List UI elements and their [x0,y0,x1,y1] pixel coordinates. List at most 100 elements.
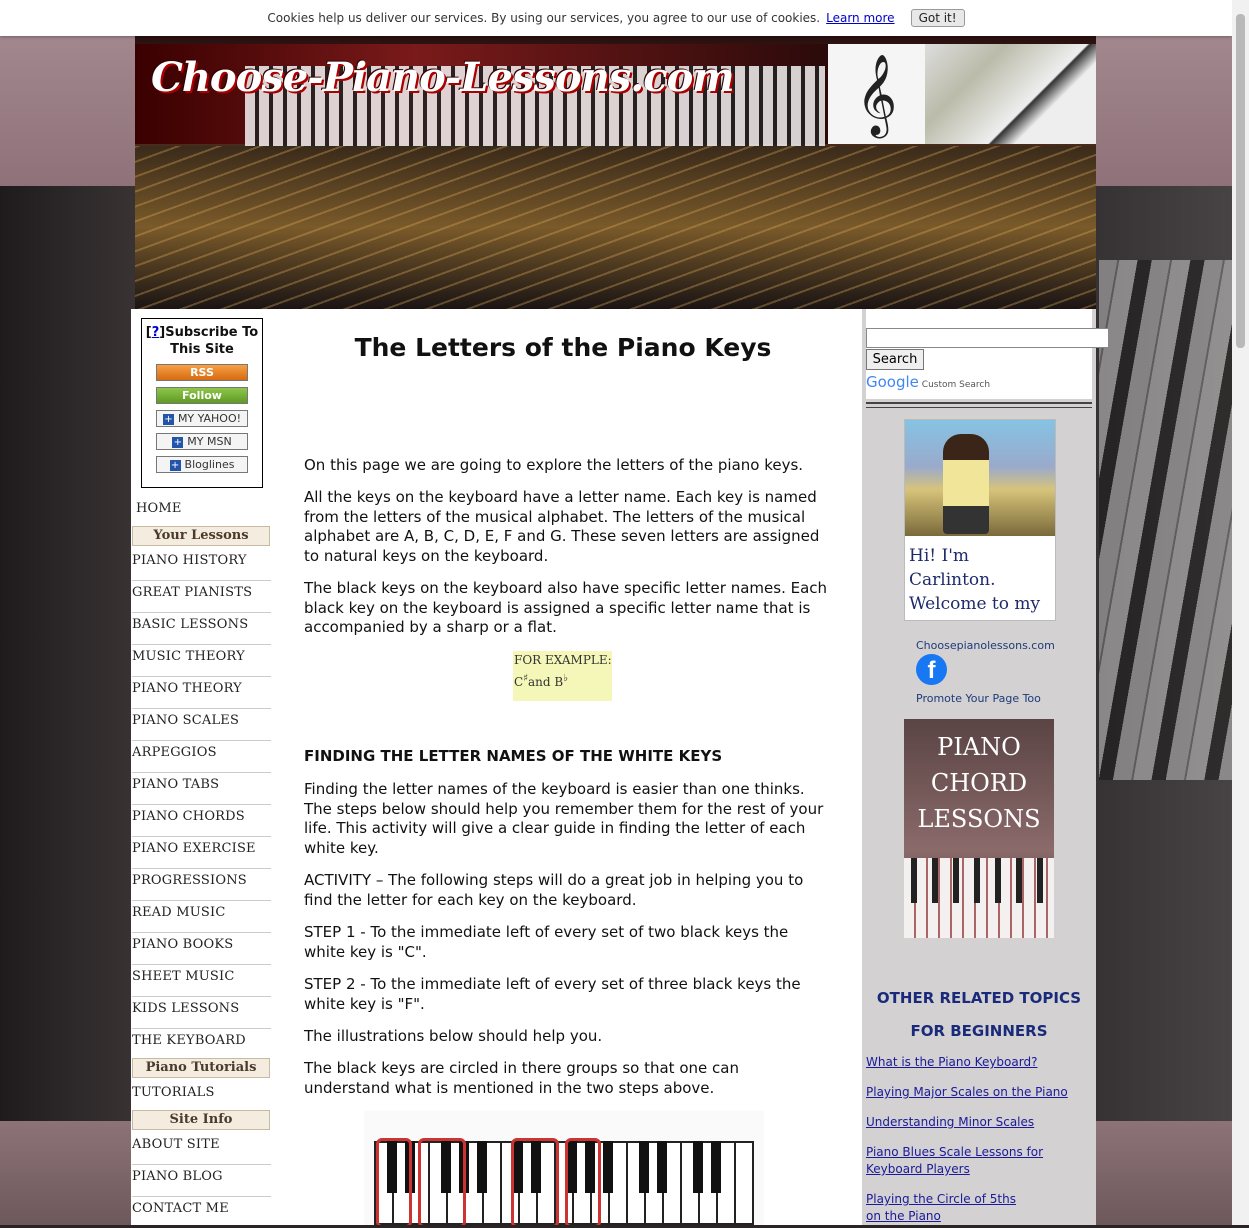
piano-strings-image [135,146,1096,309]
facebook-icon[interactable]: f [916,654,947,685]
right-sidebar: Search Google Custom Search Hi! I'm Carl… [862,309,1109,1225]
related-link-blues-scale[interactable]: Piano Blues Scale Lessons for Keyboard P… [866,1144,1056,1178]
got-it-button[interactable]: Got it! [910,9,965,27]
learn-more-link[interactable]: Learn more [826,11,894,25]
nav-the-keyboard[interactable]: THE KEYBOARD [132,1029,271,1060]
nav-sheet-music[interactable]: SHEET MUSIC [132,965,271,997]
black-keys-paragraph: The black keys on the keyboard also have… [304,579,828,636]
example-notes: C♯and B♭ [514,673,612,689]
nav-heading-your-lessons: Your Lessons [132,526,270,546]
carlinton-welcome-text: Hi! I'm Carlinton. Welcome to my website… [909,546,1041,620]
background-piano-keys [1099,260,1235,780]
search-widget: Search Google Custom Search [866,309,1109,399]
related-link-major-scales[interactable]: Playing Major Scales on the Piano [866,1084,1081,1101]
my-msn-button[interactable]: MY MSN [156,433,248,450]
scrollbar-thumb[interactable] [1236,14,1245,348]
cookie-banner: Cookies help us deliver our services. By… [0,0,1232,36]
nav-read-music[interactable]: READ MUSIC [132,901,271,933]
google-logo: Google [866,373,919,391]
search-input[interactable] [866,328,1109,348]
step-2-paragraph: STEP 2 - To the immediate left of every … [304,975,801,1013]
related-topics-heading: OTHER RELATED TOPICS [876,989,1082,1007]
nav-progressions[interactable]: PROGRESSIONS [132,869,271,901]
bloglines-button[interactable]: Bloglines [156,456,248,473]
intro-paragraph: On this page we are going to explore the… [304,456,804,474]
nav-about-site[interactable]: ABOUT SITE [132,1133,271,1165]
nav-piano-chords[interactable]: PIANO CHORDS [132,805,271,837]
example-and-b: and B [528,675,564,689]
chord-ad-line-1: PIANO [937,733,1021,761]
site-header-banner[interactable]: 𝄞 Choose-Piano-Lessons.com [135,36,1096,309]
piano-chord-lessons-ad[interactable]: PIANO CHORD LESSONS [904,719,1054,938]
circled-paragraph: The black keys are circled in there grou… [304,1059,739,1097]
rss-button[interactable]: RSS [156,364,248,381]
cookie-text: Cookies help us deliver our services. By… [267,11,821,25]
nav-home[interactable]: HOME [136,497,275,528]
related-link-keyboard[interactable]: What is the Piano Keyboard? [866,1054,1066,1071]
nav-heading-site-info: Site Info [132,1110,270,1130]
chord-ad-text: PIANO CHORD LESSONS [904,719,1054,837]
subscribe-label: Subscribe To This Site [165,325,259,357]
nav-great-pianists[interactable]: GREAT PIANISTS [132,581,271,613]
sidebar-divider [866,402,1092,408]
search-button[interactable]: Search [866,349,924,370]
help-link[interactable]: ? [152,325,160,340]
letter-name-paragraph: All the keys on the keyboard have a lett… [304,488,820,565]
nav-music-theory[interactable]: MUSIC THEORY [132,645,271,677]
nav-piano-theory[interactable]: PIANO THEORY [132,677,271,709]
nav-arpeggios[interactable]: ARPEGGIOS [132,741,271,773]
nav-piano-scales[interactable]: PIANO SCALES [132,709,271,741]
nav-contact-me[interactable]: CONTACT ME [132,1197,271,1228]
chord-ad-line-3: LESSONS [917,805,1041,833]
nav-piano-books[interactable]: PIANO BOOKS [132,933,271,965]
nav-piano-tabs[interactable]: PIANO TABS [132,773,271,805]
two-key-group-circle [511,1138,559,1225]
site-title[interactable]: Choose-Piano-Lessons.com [151,54,735,101]
keyboard-illustration [364,1111,764,1225]
for-beginners-heading: FOR BEGINNERS [910,1022,1048,1040]
flat-symbol: ♭ [563,673,568,684]
related-link-minor-scales[interactable]: Understanding Minor Scales [866,1114,1066,1131]
black-key [603,1141,613,1193]
nav-heading-piano-tutorials: Piano Tutorials [132,1058,270,1078]
three-key-group-circle [565,1138,601,1225]
black-key [711,1141,721,1193]
related-link-circle-of-fifths[interactable]: Playing the Circle of 5ths on the Piano [866,1191,1026,1225]
black-key [639,1141,649,1193]
nav-piano-history[interactable]: PIANO HISTORY [132,549,271,581]
nav-piano-blog[interactable]: PIANO BLOG [132,1165,271,1197]
facebook-page-name[interactable]: Choosepianolessons.com [916,639,1055,652]
google-custom-search-label: Google Custom Search [866,373,990,391]
nav-basic-lessons[interactable]: BASIC LESSONS [132,613,271,645]
activity-paragraph: ACTIVITY – The following steps will do a… [304,871,804,909]
illustration-paragraph: The illustrations below should help you. [304,1027,603,1045]
three-key-group-circle [418,1138,466,1225]
step-1-paragraph: STEP 1 - To the immediate left of every … [304,923,789,961]
chord-ad-line-2: CHORD [930,769,1028,797]
person-figure [943,434,989,534]
treble-clef-icon: 𝄞 [828,44,925,144]
black-key [477,1141,487,1193]
example-label: FOR EXAMPLE: [514,653,612,667]
custom-search-text: Custom Search [921,380,991,390]
left-navigation: [?]Subscribe To This Site RSS Follow MY … [131,309,271,1225]
hand-on-keys-image [925,44,1096,144]
chord-ad-keyboard-image [904,858,1054,938]
vertical-scrollbar[interactable] [1232,0,1249,1225]
carlinton-photo [905,420,1055,536]
black-key [693,1141,703,1193]
nav-kids-lessons[interactable]: KIDS LESSONS [132,997,271,1029]
main-content: The Letters of the Piano Keys On this pa… [271,309,862,1225]
my-yahoo-button[interactable]: MY YAHOO! [156,410,248,427]
finding-paragraph: Finding the letter names of the keyboard… [304,780,824,857]
page-title: The Letters of the Piano Keys [354,333,772,362]
nav-piano-exercise[interactable]: PIANO EXERCISE [132,837,271,869]
two-key-group-circle [376,1138,412,1225]
follow-button[interactable]: Follow [156,387,248,404]
white-keys-heading: FINDING THE LETTER NAMES OF THE WHITE KE… [304,747,723,765]
example-box: FOR EXAMPLE: C♯and B♭ [513,651,612,701]
promote-page-link[interactable]: Promote Your Page Too [916,692,1041,705]
carlinton-welcome-image[interactable]: Hi! I'm Carlinton. Welcome to my website… [904,419,1056,621]
example-c: C [514,675,524,689]
nav-tutorials[interactable]: TUTORIALS [132,1081,271,1112]
